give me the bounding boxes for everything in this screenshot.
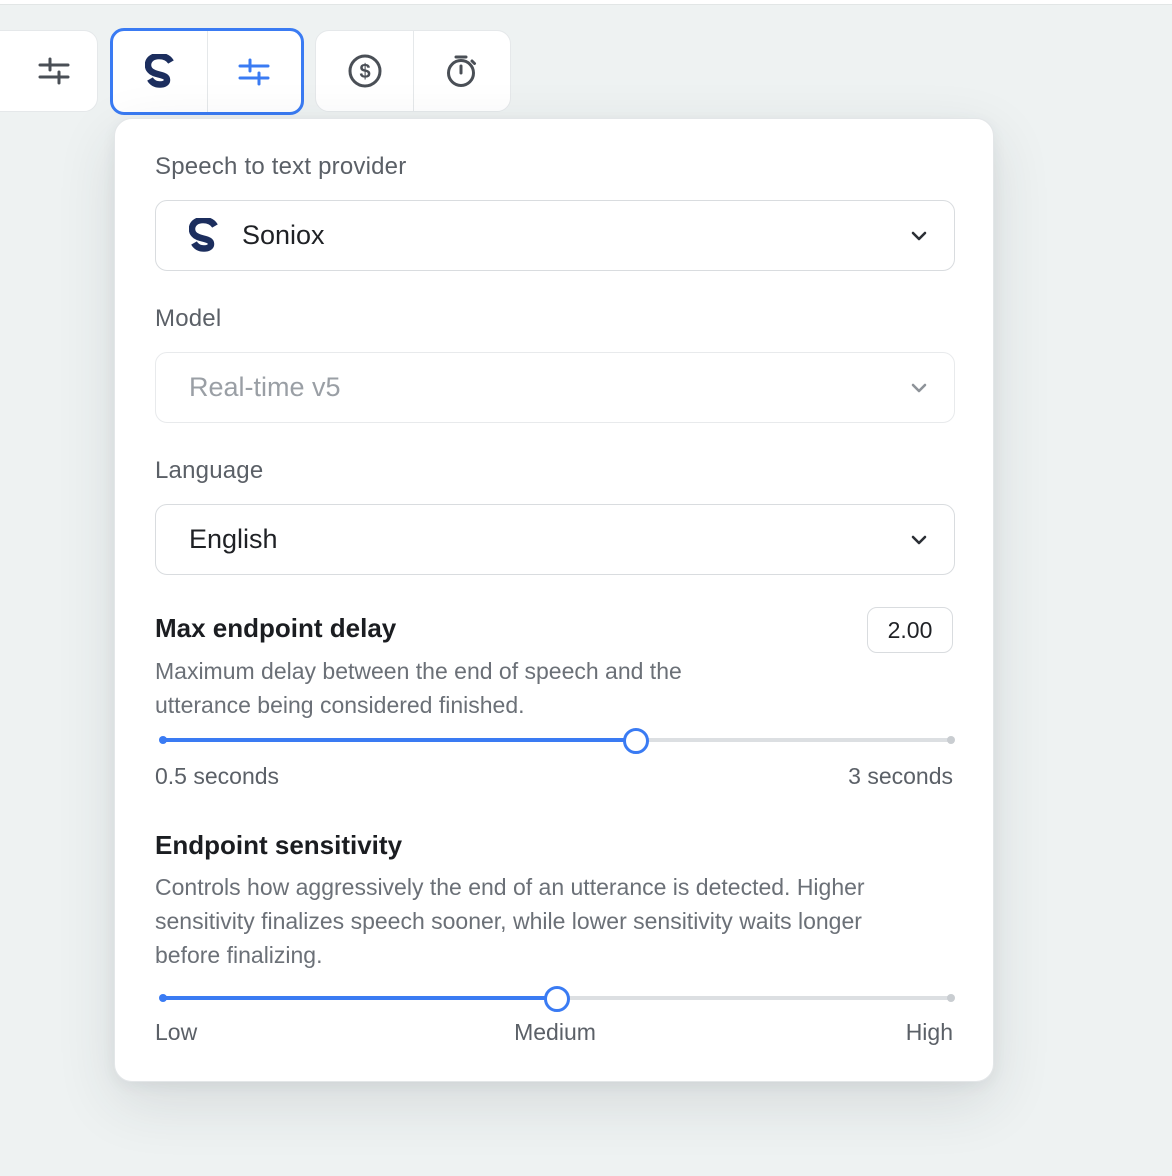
provider-select[interactable]: Soniox bbox=[155, 200, 955, 271]
stt-provider-button[interactable] bbox=[113, 31, 207, 112]
timer-button[interactable] bbox=[413, 31, 510, 111]
language-select-value: English bbox=[189, 524, 278, 554]
slider-end-dot bbox=[947, 994, 955, 1002]
slider-thumb[interactable] bbox=[544, 986, 570, 1012]
endpoint-delay-min-label: 0.5 seconds bbox=[155, 763, 280, 789]
stt-settings-button[interactable] bbox=[206, 31, 301, 112]
model-select: Real-time v5 bbox=[155, 352, 955, 423]
endpoint-delay-description-line: Maximum delay between the end of speech … bbox=[155, 658, 682, 684]
toolbar-group-stt bbox=[110, 28, 304, 115]
endpoint-delay-input[interactable]: 2.00 bbox=[867, 607, 953, 653]
slider-start-dot bbox=[159, 994, 167, 1002]
provider-select-value: Soniox bbox=[242, 220, 325, 250]
endpoint-sensitivity-slider[interactable] bbox=[159, 986, 955, 1012]
slider-fill bbox=[163, 996, 557, 1000]
model-select-value: Real-time v5 bbox=[189, 372, 341, 402]
endpoint-delay-slider[interactable] bbox=[159, 728, 955, 754]
endpoint-sensitivity-description-line: sensitivity finalizes speech sooner, whi… bbox=[155, 908, 862, 934]
endpoint-delay-title: Max endpoint delay bbox=[155, 613, 397, 643]
toolbar-group-settings bbox=[0, 30, 98, 112]
endpoint-delay-description: Maximum delay between the end of speech … bbox=[155, 654, 682, 722]
slider-fill bbox=[163, 738, 636, 742]
endpoint-delay-description-line: utterance being considered finished. bbox=[155, 692, 525, 718]
dollar-circle-icon: $ bbox=[348, 54, 381, 88]
model-label: Model bbox=[155, 305, 222, 332]
provider-label: Speech to text provider bbox=[155, 153, 407, 180]
cost-button[interactable]: $ bbox=[316, 31, 413, 111]
stopwatch-icon bbox=[447, 55, 476, 87]
endpoint-sensitivity-description-line: before finalizing. bbox=[155, 942, 323, 968]
chevron-down-icon bbox=[911, 231, 927, 240]
soniox-logo-icon bbox=[189, 218, 218, 252]
soniox-logo-icon bbox=[144, 53, 174, 88]
slider-end-dot bbox=[947, 736, 955, 744]
top-window-edge bbox=[0, 0, 1172, 5]
endpoint-sensitivity-title: Endpoint sensitivity bbox=[155, 830, 403, 860]
sensitivity-high-label: High bbox=[905, 1019, 953, 1045]
endpoint-delay-max-label: 3 seconds bbox=[848, 763, 953, 789]
svg-text:$: $ bbox=[359, 61, 370, 83]
settings-sliders-icon bbox=[238, 58, 270, 85]
endpoint-sensitivity-description: Controls how aggressively the end of an … bbox=[155, 870, 865, 972]
language-select[interactable]: English bbox=[155, 504, 955, 575]
toolbar-group-usage: $ bbox=[315, 30, 511, 112]
sensitivity-medium-label: Medium bbox=[514, 1019, 596, 1045]
slider-start-dot bbox=[159, 736, 167, 744]
settings-button[interactable] bbox=[0, 31, 97, 111]
chevron-down-icon bbox=[911, 383, 927, 392]
stt-settings-panel: Speech to text provider Soniox Model Rea… bbox=[114, 118, 994, 1082]
language-label: Language bbox=[155, 457, 264, 484]
settings-sliders-icon bbox=[38, 57, 70, 85]
endpoint-sensitivity-description-line: Controls how aggressively the end of an … bbox=[155, 874, 865, 900]
chevron-down-icon bbox=[911, 535, 927, 544]
slider-thumb[interactable] bbox=[622, 728, 649, 754]
